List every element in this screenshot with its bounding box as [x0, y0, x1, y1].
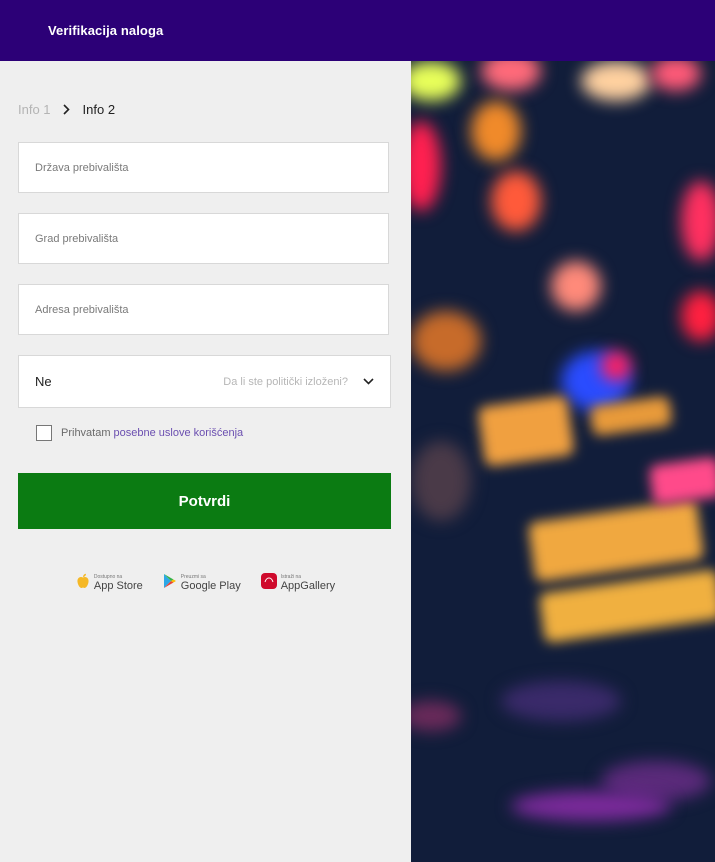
address-input[interactable]: [19, 285, 388, 334]
app-store-links: Dostupno na App Store Preuzmi sa Google …: [0, 573, 411, 594]
huawei-icon: [260, 573, 277, 594]
chevron-down-icon: [363, 378, 374, 385]
app-store-link[interactable]: Dostupno na App Store: [76, 573, 143, 594]
country-field-wrapper: [18, 142, 389, 193]
page-title: Verifikacija naloga: [48, 23, 164, 38]
city-input[interactable]: [19, 214, 388, 263]
store-name: AppGallery: [280, 580, 336, 592]
political-exposure-select[interactable]: Ne Da li ste politički izloženi?: [18, 355, 391, 408]
select-value: Ne: [35, 374, 52, 389]
app-gallery-link[interactable]: Istraži na AppGallery: [260, 573, 336, 594]
google-play-icon: [163, 573, 177, 594]
terms-checkbox[interactable]: [36, 425, 52, 441]
google-play-link[interactable]: Preuzmi sa Google Play: [163, 573, 241, 594]
breadcrumb: Info 1 Info 2: [18, 102, 115, 117]
store-name: App Store: [93, 580, 143, 592]
select-label: Da li ste politički izloženi?: [223, 375, 348, 388]
store-name: Google Play: [180, 580, 241, 592]
casino-background-image: [411, 61, 715, 862]
terms-link[interactable]: posebne uslove korišćenja: [114, 427, 244, 439]
top-header: Verifikacija naloga: [0, 0, 715, 61]
terms-text: Prihvatam: [61, 427, 111, 439]
apple-icon: [76, 573, 90, 594]
country-input[interactable]: [19, 143, 388, 192]
breadcrumb-step-2: Info 2: [82, 102, 116, 117]
confirm-button[interactable]: Potvrdi: [18, 473, 391, 529]
breadcrumb-step-1[interactable]: Info 1: [18, 102, 51, 117]
terms-row: Prihvatam posebne uslove korišćenja: [36, 425, 243, 441]
address-field-wrapper: [18, 284, 389, 335]
city-field-wrapper: [18, 213, 389, 264]
form-panel: Info 1 Info 2 Ne Da li ste politički izl…: [0, 61, 411, 862]
chevron-right-icon: [62, 104, 70, 115]
